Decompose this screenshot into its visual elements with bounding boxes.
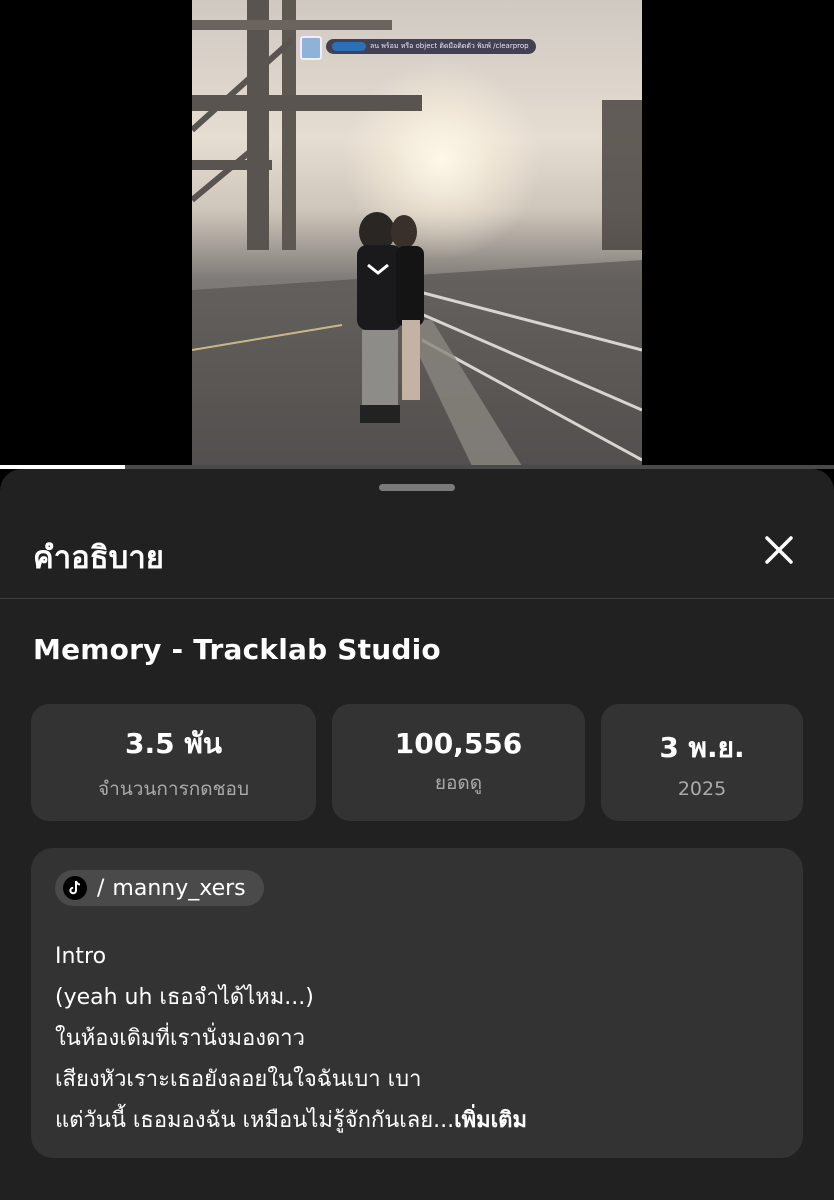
characters [357, 212, 424, 423]
description-sheet: คำอธิบาย Memory - Tracklab Studio 3.5 พั… [0, 469, 834, 1200]
likes-stat: 3.5 พัน จำนวนการกดชอบ [31, 704, 316, 821]
sheet-title: คำอธิบาย [33, 540, 164, 576]
sheet-drag-handle[interactable] [379, 484, 455, 491]
description-line: ในห้องเดิมที่เรานั่งมองดาว [55, 1026, 305, 1051]
video-frame[interactable]: ลน พร้อม หรือ object ติดมือติดตัว พิมพ์ … [192, 0, 642, 466]
views-stat: 100,556 ยอดดู [332, 704, 585, 821]
hud-name-pill [332, 42, 366, 51]
upload-date: 3 พ.ย. [659, 730, 745, 764]
handle-separator: / [97, 875, 105, 901]
views-label: ยอดดู [434, 772, 483, 794]
description-text: Intro (yeah uh เธอจำได้ไหม...) ในห้องเดิ… [55, 936, 785, 1141]
close-icon [765, 536, 793, 564]
close-button[interactable] [760, 531, 798, 569]
upload-year: 2025 [677, 777, 727, 800]
hud-map-icon [300, 36, 322, 60]
likes-label: จำนวนการกดชอบ [97, 777, 250, 800]
description-line: เสียงหัวเราะเธอยังลอยในใจฉันเบา เบา [55, 1067, 422, 1092]
divider [0, 598, 834, 599]
video-player[interactable]: ลน พร้อม หรือ object ติดมือติดตัว พิมพ์ … [0, 0, 834, 469]
date-stat: 3 พ.ย. 2025 [601, 704, 803, 821]
tiktok-icon [63, 876, 87, 900]
description-card: / manny_xers Intro (yeah uh เธอจำได้ไหม.… [31, 848, 803, 1158]
building [602, 100, 642, 250]
hud-notification: ลน พร้อม หรือ object ติดมือติดตัว พิมพ์ … [326, 39, 536, 54]
description-line: แต่วันนี้ เธอมองฉัน เหมือนไม่รู้จักกันเล… [55, 1108, 455, 1133]
handle-name: manny_xers [112, 875, 246, 901]
likes-count: 3.5 พัน [125, 726, 222, 760]
description-line: Intro [55, 944, 107, 969]
hud-message: ลน พร้อม หรือ object ติดมือติดตัว พิมพ์ … [370, 42, 529, 50]
video-title: Memory - Tracklab Studio [33, 633, 441, 666]
show-more-link[interactable]: เพิ่มเติม [454, 1108, 527, 1133]
description-last-line: แต่วันนี้ เธอมองฉัน เหมือนไม่รู้จักกันเล… [55, 1100, 785, 1141]
source-handle-chip[interactable]: / manny_xers [55, 870, 264, 906]
views-count: 100,556 [394, 727, 523, 760]
description-line: (yeah uh เธอจำได้ไหม...) [55, 985, 314, 1010]
